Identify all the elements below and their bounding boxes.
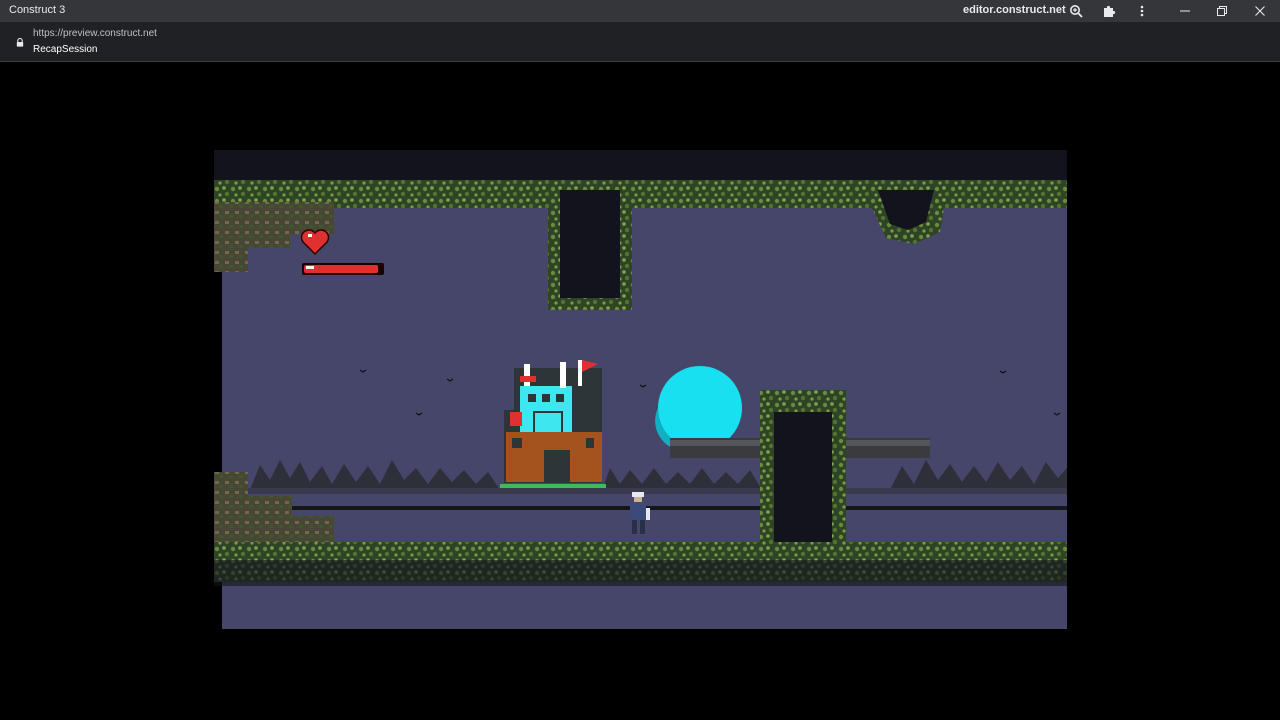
health-bar-fill [304,265,379,273]
cyan-moon [658,366,742,450]
restore-icon [1217,6,1227,16]
close-icon [1255,6,1265,16]
url-text[interactable]: https://preview.construct.net [33,28,157,39]
page-title: RecapSession [33,44,98,55]
lock-icon [16,38,24,47]
health-bar [302,263,384,275]
browser-title-bar: Construct 3 editor.construct.net [0,0,1280,22]
close-button[interactable] [1246,0,1274,22]
mossy-pillar [760,390,846,558]
site-domain-label: editor.construct.net [963,4,1066,16]
rail-line [284,506,1067,510]
horizon-band [222,488,1067,494]
preview-viewport [0,62,1280,720]
restore-button[interactable] [1208,0,1236,22]
minimize-icon [1180,10,1190,12]
floating-platform-right [834,438,930,458]
game-canvas[interactable] [214,150,1067,629]
address-bar[interactable]: https://preview.construct.net RecapSessi… [0,22,1280,62]
floating-platform-left [670,438,770,458]
ground-foliage [214,542,1067,586]
lower-sky-band [222,586,1067,629]
pixel-castle [500,360,606,488]
zoom-button[interactable] [1062,0,1090,22]
browser-menu-button[interactable] [1128,0,1156,22]
extensions-button[interactable] [1095,0,1123,22]
minimize-button[interactable] [1171,0,1199,22]
app-title: Construct 3 [9,4,66,16]
kebab-menu-icon [1140,5,1144,17]
puzzle-icon [1104,5,1116,17]
zoom-icon [1070,5,1083,18]
